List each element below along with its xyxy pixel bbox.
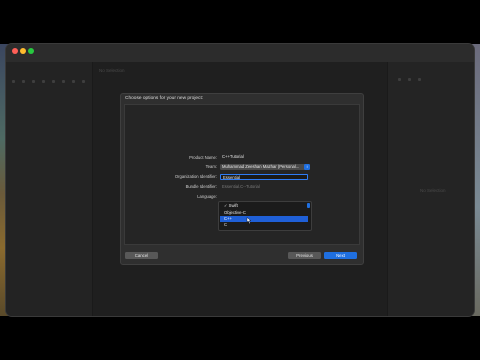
options-form: Product Name: C++Tutorial Team: Muhammad… — [124, 104, 360, 245]
menu-item-swift[interactable]: ✓ Swift — [220, 203, 308, 209]
navigator-search-icon[interactable] — [42, 80, 45, 83]
language-dropdown-menu[interactable]: ✓ Swift Objective-C C++ C — [218, 201, 312, 231]
cancel-button[interactable]: Cancel — [125, 252, 158, 259]
language-label: Language: — [197, 194, 217, 199]
inspector-empty-text: No Selection — [420, 188, 446, 193]
team-value: Muhammad Zeeshan Mazhar (Personal... — [222, 164, 300, 169]
org-identifier-field[interactable]: Essential — [220, 174, 308, 180]
navigator-test-icon[interactable] — [62, 80, 65, 83]
inspector-help-icon[interactable] — [418, 78, 421, 81]
menu-item-c[interactable]: C — [220, 222, 308, 228]
chevron-updown-icon: ↕ — [304, 164, 310, 170]
menu-scroll-indicator — [307, 203, 310, 208]
navigator-symbol-icon[interactable] — [32, 80, 35, 83]
next-button[interactable]: Next — [324, 252, 357, 259]
bundle-identifier-value: Essential.C--Tutorial — [222, 184, 260, 189]
navigator-breakpoint-icon[interactable] — [82, 80, 85, 83]
minimize-window-button[interactable] — [20, 48, 26, 54]
previous-button[interactable]: Previous — [288, 252, 321, 259]
new-project-sheet: Choose options for your new project: Pro… — [120, 93, 364, 265]
navigator-issue-icon[interactable] — [52, 80, 55, 83]
breadcrumb: No Selection — [99, 68, 125, 73]
close-window-button[interactable] — [12, 48, 18, 54]
sheet-title: Choose options for your new project: — [125, 96, 204, 101]
inspector-history-icon[interactable] — [408, 78, 411, 81]
product-name-label: Product Name: — [189, 155, 217, 160]
pointer-cursor-icon — [246, 217, 252, 225]
navigator-debug-icon[interactable] — [72, 80, 75, 83]
zoom-window-button[interactable] — [28, 48, 34, 54]
inspector-panel: No Selection — [387, 62, 474, 316]
inspector-file-icon[interactable] — [398, 78, 401, 81]
navigator-source-icon[interactable] — [22, 80, 25, 83]
window-titlebar — [6, 44, 474, 62]
team-popup-button[interactable]: Muhammad Zeeshan Mazhar (Personal... ↕ — [220, 164, 310, 170]
bundle-identifier-label: Bundle Identifier: — [185, 184, 217, 189]
navigator-folder-icon[interactable] — [12, 80, 15, 83]
org-identifier-label: Organization Identifier: — [174, 174, 217, 179]
navigator-panel — [6, 62, 93, 316]
product-name-field[interactable]: C++Tutorial — [220, 154, 308, 160]
team-label: Team: — [205, 164, 217, 169]
